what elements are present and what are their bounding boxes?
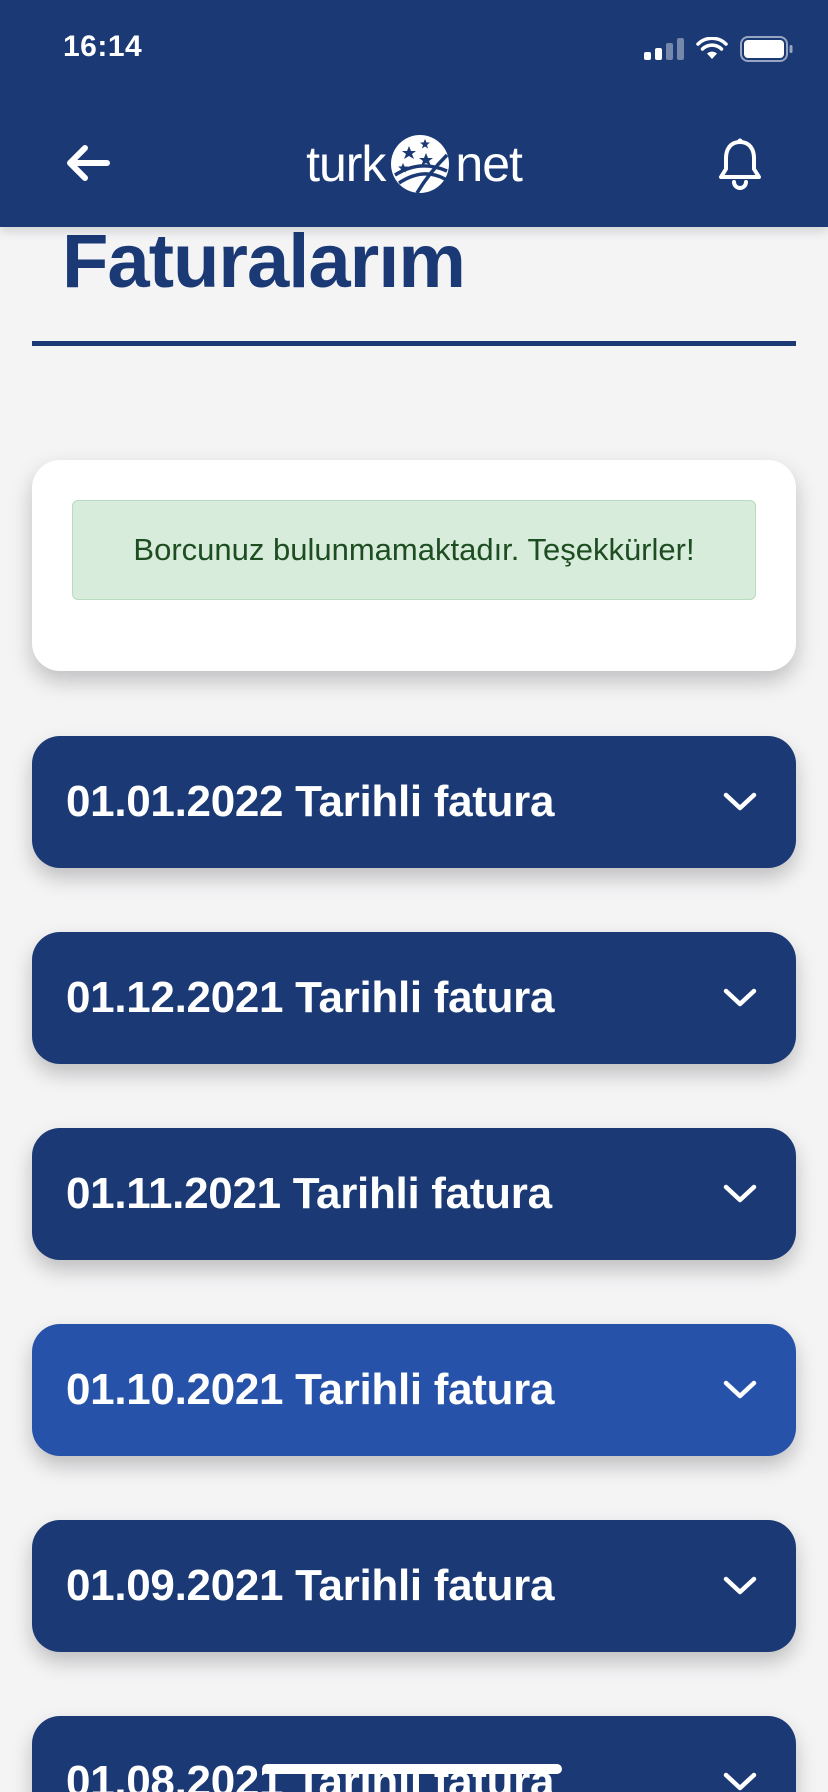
page-title: Faturalarım: [62, 219, 466, 304]
chevron-down-icon: [720, 787, 760, 817]
invoice-item-active[interactable]: 01.10.2021 Tarihli fatura: [32, 1324, 796, 1456]
invoice-label: 01.10.2021 Tarihli fatura: [66, 1365, 555, 1414]
navigation-bar: turk net: [0, 120, 828, 210]
chevron-down-icon: [720, 1375, 760, 1405]
logo-text-left: turk: [306, 136, 386, 192]
globe-stars-icon: [391, 135, 450, 194]
invoice-label: 01.12.2021 Tarihli fatura: [66, 973, 555, 1022]
no-debt-alert: Borcunuz bulunmamaktadır. Teşekkürler!: [72, 500, 756, 600]
invoice-item[interactable]: 01.12.2021 Tarihli fatura: [32, 932, 796, 1064]
chevron-down-icon: [720, 1179, 760, 1209]
logo-text-right: net: [455, 136, 523, 192]
title-divider: [32, 341, 796, 346]
balance-notice-card: Borcunuz bulunmamaktadır. Teşekkürler!: [32, 460, 796, 671]
invoice-item[interactable]: 01.01.2022 Tarihli fatura: [32, 736, 796, 868]
wifi-icon: [696, 37, 728, 59]
invoice-label: 01.08.2021 Tarihli fatura: [66, 1757, 555, 1792]
app-header: 16:14 turk net: [0, 0, 828, 227]
turknet-logo: turk net: [296, 126, 532, 202]
invoice-label: 01.11.2021 Tarihli fatura: [66, 1169, 552, 1218]
status-bar: 16:14: [0, 0, 828, 100]
notifications-button[interactable]: [712, 134, 768, 194]
invoice-label: 01.09.2021 Tarihli fatura: [66, 1561, 555, 1610]
chevron-down-icon: [720, 1571, 760, 1601]
bell-icon: [719, 138, 761, 190]
battery-icon: [740, 36, 793, 62]
status-time: 16:14: [63, 30, 143, 63]
status-icons: [644, 36, 794, 62]
invoice-label: 01.01.2022 Tarihli fatura: [66, 777, 555, 826]
arrow-left-icon: [67, 145, 110, 181]
home-indicator[interactable]: [262, 1764, 562, 1774]
cellular-signal-icon: [644, 38, 684, 60]
invoice-item[interactable]: 01.09.2021 Tarihli fatura: [32, 1520, 796, 1652]
back-button[interactable]: [58, 138, 118, 188]
invoice-item[interactable]: 01.08.2021 Tarihli fatura: [32, 1716, 796, 1792]
chevron-down-icon: [720, 983, 760, 1013]
chevron-down-icon: [720, 1767, 760, 1792]
invoice-item[interactable]: 01.11.2021 Tarihli fatura: [32, 1128, 796, 1260]
